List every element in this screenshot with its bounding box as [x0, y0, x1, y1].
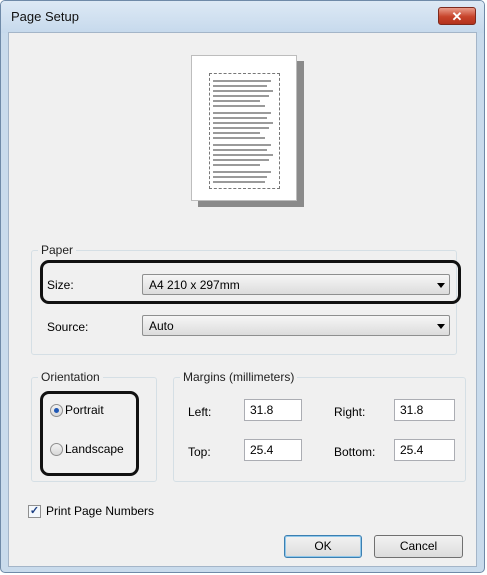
margin-right-input[interactable]: 31.8 — [394, 399, 455, 421]
margin-bottom-input[interactable]: 25.4 — [394, 439, 455, 461]
margin-left-input[interactable]: 31.8 — [244, 399, 302, 421]
preview-text-line — [213, 100, 260, 102]
title-bar[interactable]: Page Setup ✕ — [1, 1, 484, 33]
preview-text-line — [213, 80, 271, 82]
preview-text-line — [213, 112, 271, 114]
preview-text-line — [213, 164, 260, 166]
print-page-numbers-label[interactable]: Print Page Numbers — [46, 504, 154, 518]
paper-source-select[interactable]: Auto — [142, 315, 450, 336]
paper-group: Paper — [31, 243, 457, 355]
margin-top-label: Top: — [188, 445, 211, 459]
chevron-down-icon — [437, 283, 445, 288]
margins-legend: Margins (millimeters) — [183, 370, 295, 384]
checkmark-icon: ✓ — [29, 505, 40, 517]
page-preview — [191, 55, 297, 201]
paper-size-value: A4 210 x 297mm — [149, 278, 240, 292]
paper-legend: Paper — [41, 243, 74, 257]
chevron-down-icon — [437, 324, 445, 329]
print-page-numbers-checkbox[interactable]: ✓ — [28, 505, 41, 518]
close-icon: ✕ — [451, 9, 463, 24]
preview-text-line — [213, 176, 267, 178]
preview-text-line — [213, 90, 273, 92]
preview-text-line — [213, 122, 273, 124]
preview-text-line — [213, 144, 271, 146]
preview-text-line — [213, 137, 265, 139]
size-label: Size: — [47, 278, 74, 292]
page-setup-dialog: Page Setup ✕ Paper Size: A4 210 x 297mm … — [0, 0, 485, 573]
paper-size-select[interactable]: A4 210 x 297mm — [142, 274, 450, 295]
preview-text-line — [213, 171, 271, 173]
source-label: Source: — [47, 320, 89, 334]
portrait-radio[interactable] — [50, 404, 63, 417]
margin-right-label: Right: — [334, 405, 366, 419]
page-preview-margins — [209, 73, 280, 189]
cancel-button[interactable]: Cancel — [374, 535, 463, 558]
preview-text-line — [213, 132, 260, 134]
paper-source-value: Auto — [149, 319, 174, 333]
window-title: Page Setup — [11, 9, 79, 24]
margin-top-input[interactable]: 25.4 — [244, 439, 302, 461]
margin-left-label: Left: — [188, 405, 212, 419]
preview-text-line — [213, 105, 265, 107]
orientation-group: Orientation — [31, 370, 157, 482]
preview-text-line — [213, 149, 267, 151]
preview-text-line — [213, 85, 267, 87]
landscape-label[interactable]: Landscape — [65, 442, 124, 456]
dialog-body: Paper Size: A4 210 x 297mm Source: Auto … — [8, 32, 477, 567]
preview-text-line — [213, 181, 265, 183]
margins-group: Margins (millimeters) — [173, 370, 466, 482]
preview-text-line — [213, 127, 269, 129]
preview-text-line — [213, 154, 273, 156]
ok-button[interactable]: OK — [284, 535, 362, 558]
preview-text-line — [213, 117, 267, 119]
landscape-radio[interactable] — [50, 443, 63, 456]
orientation-legend: Orientation — [41, 370, 100, 384]
portrait-label[interactable]: Portrait — [65, 403, 104, 417]
radio-dot — [54, 408, 59, 413]
preview-text-line — [213, 95, 269, 97]
preview-text-line — [213, 159, 269, 161]
margin-bottom-label: Bottom: — [334, 445, 376, 459]
close-button[interactable]: ✕ — [438, 7, 476, 25]
